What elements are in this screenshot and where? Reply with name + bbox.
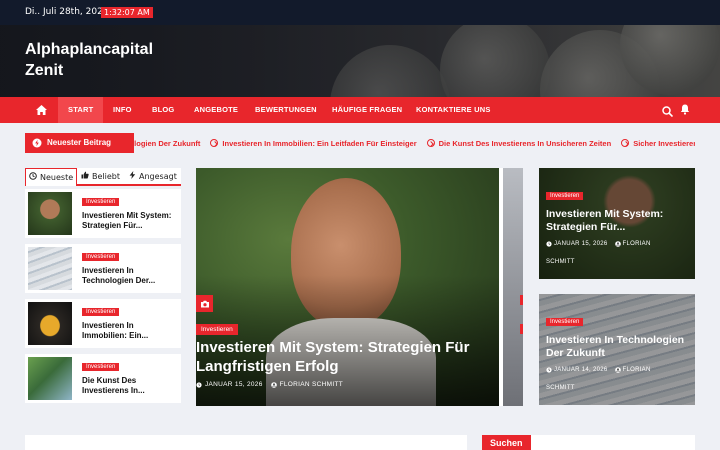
site-title[interactable]: Alphaplancapital Zenit <box>25 39 185 81</box>
search-icon <box>662 106 674 118</box>
post-date[interactable]: JANUAR 14, 2026 <box>554 362 608 378</box>
post-date[interactable]: JANUAR 15, 2026 <box>554 236 608 252</box>
ticker-item[interactable]: Sicher Investieren: Ri <box>621 139 695 148</box>
post-author[interactable]: FLORIAN <box>623 362 651 378</box>
featured-title[interactable]: Investieren Mit System: Strategien Für L… <box>196 338 496 376</box>
post-card[interactable]: Investieren Investieren Mit System: Stra… <box>539 168 695 279</box>
search-button[interactable] <box>662 104 674 122</box>
post-thumbnail[interactable] <box>28 302 72 345</box>
notification-button[interactable] <box>679 102 691 116</box>
search-widget-title: Suchen <box>482 435 531 450</box>
post-author[interactable]: FLORIAN <box>623 236 651 252</box>
nav-item-angebote[interactable]: Angebote <box>184 97 248 123</box>
post-title[interactable]: Die Kunst Des Investierens In... <box>82 376 178 396</box>
ticker-item[interactable]: Die Kunst Des Investierens In Unsicheren… <box>426 139 611 148</box>
tab-neueste[interactable]: Neueste <box>25 168 78 187</box>
home-icon <box>35 105 47 115</box>
post-title[interactable]: Investieren In Immobilien: Ein... <box>82 321 178 341</box>
card-title[interactable]: Investieren In Technologien Der Zukunft <box>546 334 691 360</box>
nav-item-info[interactable]: Info <box>103 97 142 123</box>
arrow-circle-icon <box>426 139 435 147</box>
card-title[interactable]: Investieren Mit System: Strategien Für..… <box>546 208 691 234</box>
user-icon <box>614 241 621 247</box>
featured-meta: JANUAR 15, 2026 FLORIAN SCHMITT <box>196 381 343 388</box>
nav-home[interactable] <box>25 97 57 123</box>
camera-icon <box>196 295 213 312</box>
post-title[interactable]: Investieren Mit System: Strategien Für..… <box>82 211 178 231</box>
content-area <box>25 435 467 450</box>
card-meta: JANUAR 14, 2026 FLORIAN SCHMITT <box>546 362 691 396</box>
category-badge[interactable]: Investieren <box>546 192 584 200</box>
site-header: Alphaplancapital Zenit <box>0 25 720 97</box>
ticker-item[interactable]: Investieren In Immobilien: Ein Leitfaden… <box>210 139 417 148</box>
category-badge[interactable]: Investieren <box>82 363 120 371</box>
card-meta: JANUAR 15, 2026 FLORIAN SCHMITT <box>546 236 691 270</box>
list-item[interactable]: Investieren Die Kunst Des Investierens I… <box>25 354 181 403</box>
ticker-label: Neuester Beitrag <box>25 133 134 153</box>
nav-item-faq[interactable]: Häufige Fragen <box>322 97 412 123</box>
ticker-item[interactable]: nologien Der Zukunft <box>125 139 200 148</box>
news-ticker: nologien Der Zukunft Investieren In Immo… <box>25 133 695 153</box>
nav-item-start[interactable]: Start <box>58 97 104 123</box>
thumbs-up-icon <box>81 168 89 186</box>
post-thumbnail[interactable] <box>28 357 72 400</box>
nav-item-blog[interactable]: Blog <box>142 97 184 123</box>
category-badge[interactable]: Investieren <box>196 324 238 335</box>
post-thumbnail[interactable] <box>28 192 72 235</box>
current-date: Di.. Juli 28th, 2026 <box>25 7 109 17</box>
post-author[interactable]: SCHMITT <box>546 385 575 391</box>
arrow-circle-icon <box>210 139 219 147</box>
calendar-clock-icon <box>546 367 552 373</box>
current-time: 1:32:07 AM <box>101 7 153 18</box>
bolt-icon <box>129 168 136 186</box>
next-slide-preview[interactable] <box>503 168 523 406</box>
bell-icon <box>680 104 690 115</box>
bolt-circle-icon <box>32 138 42 148</box>
post-card[interactable]: Investieren Investieren In Technologien … <box>539 294 695 405</box>
category-badge[interactable]: Investieren <box>546 318 584 326</box>
post-author[interactable]: FLORIAN SCHMITT <box>280 381 343 388</box>
featured-slider[interactable]: Investieren Investieren Mit System: Stra… <box>196 168 523 406</box>
post-title[interactable]: Investieren In Technologien Der... <box>82 266 178 286</box>
clock-icon <box>29 169 37 187</box>
nav-item-bewertungen[interactable]: Bewertungen <box>245 97 327 123</box>
ticker-items: nologien Der Zukunft Investieren In Immo… <box>125 133 695 153</box>
tab-angesagt[interactable]: Angesagt <box>129 168 177 186</box>
list-item[interactable]: Investieren Investieren Mit System: Stra… <box>25 189 181 238</box>
post-author[interactable]: SCHMITT <box>546 259 575 265</box>
user-icon <box>270 381 277 388</box>
user-icon <box>614 367 621 373</box>
list-item[interactable]: Investieren Investieren In Immobilien: E… <box>25 299 181 348</box>
category-badge[interactable]: Investieren <box>82 308 120 316</box>
main-nav: Start Info Blog Angebote Bewertungen Häu… <box>0 97 720 123</box>
top-bar: Di.. Juli 28th, 2026 1:32:07 AM <box>0 0 720 25</box>
list-item[interactable]: Investieren Investieren In Technologien … <box>25 244 181 293</box>
post-thumbnail[interactable] <box>28 247 72 290</box>
post-date[interactable]: JANUAR 15, 2026 <box>205 381 263 388</box>
nav-item-kontakt[interactable]: Kontaktiere Uns <box>406 97 501 123</box>
calendar-clock-icon <box>196 381 202 388</box>
category-badge[interactable]: Investieren <box>82 253 120 261</box>
category-badge[interactable]: Investieren <box>82 198 120 206</box>
tab-beliebt[interactable]: Beliebt <box>81 168 120 186</box>
calendar-clock-icon <box>546 241 552 247</box>
post-tabs: Neueste Beliebt Angesagt <box>25 168 181 186</box>
arrow-circle-icon <box>621 139 630 147</box>
